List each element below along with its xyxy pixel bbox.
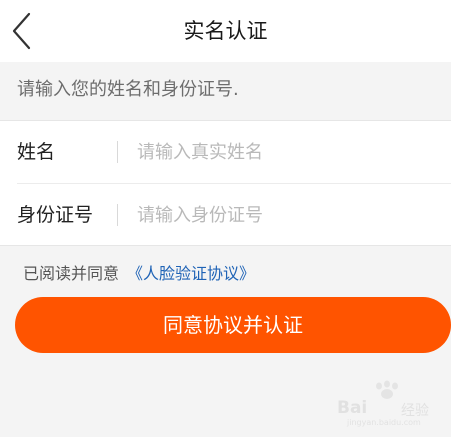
agree-and-verify-button[interactable]: 同意协议并认证 [15, 297, 451, 353]
agreement-line: 已阅读并同意 《人脸验证协议》 [23, 260, 255, 288]
hint-text: 请输入您的姓名和身份证号. [17, 79, 239, 100]
field-divider [117, 204, 118, 226]
id-number-input[interactable] [137, 197, 427, 233]
face-verification-agreement-link[interactable]: 《人脸验证协议》 [127, 264, 255, 283]
watermark-brand: Bai [337, 398, 368, 418]
name-row: 姓名 [0, 121, 451, 183]
top-bar: 实名认证 [0, 0, 451, 62]
id-number-label: 身份证号 [17, 204, 94, 226]
watermark-suffix: 经验 [401, 403, 429, 419]
identity-form: 姓名 身份证号 [0, 120, 451, 246]
id-number-row: 身份证号 [0, 184, 451, 246]
name-input[interactable] [137, 134, 427, 170]
hint-bar: 请输入您的姓名和身份证号. [0, 62, 451, 120]
name-label: 姓名 [17, 141, 56, 163]
watermark-url: jingyan.baidu.com [347, 418, 421, 427]
page-title: 实名认证 [183, 19, 268, 43]
field-divider [117, 141, 118, 163]
agreement-prefix: 已阅读并同意 [23, 264, 120, 283]
baidu-jingyan-watermark: Bai 经验 jingyan.baidu.com [333, 380, 445, 428]
